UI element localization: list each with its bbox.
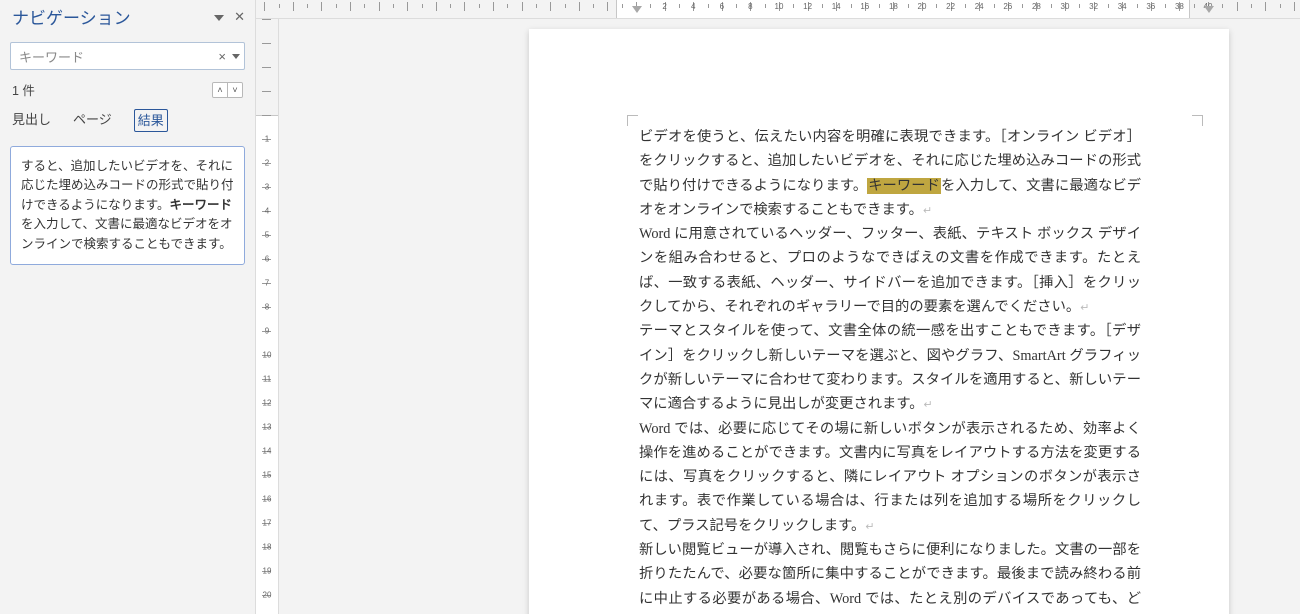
ruler-label: 11 [256, 375, 278, 384]
ruler-label: 6 [720, 2, 724, 11]
ruler-label: 18 [889, 2, 898, 11]
search-highlight: キーワード [867, 178, 941, 194]
result-nav-arrows: ˄ ˅ [212, 82, 243, 98]
paragraph-mark-icon: ↵ [923, 205, 932, 217]
ruler-label: 24 [975, 2, 984, 11]
ruler-label: 2 [256, 159, 278, 168]
margin-corner-icon [627, 115, 638, 126]
ruler-label: 34 [1118, 2, 1127, 11]
ruler-label: 3 [256, 183, 278, 192]
ruler-label: 7 [256, 279, 278, 288]
results-count-row: 1 件 ˄ ˅ [0, 80, 255, 107]
ruler-label: 15 [256, 471, 278, 480]
ruler-label: 30 [1061, 2, 1070, 11]
navigation-pane: ナビゲーション ✕ × 1 件 ˄ ˅ 見出し [0, 0, 256, 614]
ruler-label: 22 [946, 2, 955, 11]
ruler-label: 12 [256, 399, 278, 408]
ruler-label: 10 [775, 2, 784, 11]
nav-title: ナビゲーション [12, 4, 214, 29]
ruler-label: 6 [256, 255, 278, 264]
search-clear-icon[interactable]: × [218, 49, 226, 64]
paragraph: 新しい閲覧ビューが導入され、閲覧もさらに便利になりました。文書の一部を折りたたん… [639, 538, 1141, 614]
paragraph-mark-icon: ↵ [924, 399, 933, 411]
ruler-label: 26 [1003, 2, 1012, 11]
right-indent-icon[interactable] [1204, 1, 1214, 17]
next-result-button[interactable]: ˅ [227, 83, 242, 97]
ruler-label: 32 [1089, 2, 1098, 11]
ruler-label: 14 [256, 447, 278, 456]
ruler-label: 9 [256, 327, 278, 336]
prev-result-button[interactable]: ˄ [213, 83, 227, 97]
vertical-scrollbar[interactable] [1284, 19, 1300, 614]
page-canvas: ビデオを使うと、伝えたい内容を明確に表現できます。［オンライン ビデオ］をクリッ… [279, 19, 1284, 614]
first-line-indent-icon[interactable] [632, 1, 642, 17]
ruler-label: 28 [1032, 2, 1041, 11]
paragraph: Word に用意されているヘッダー、フッター、表紙、テキスト ボックス デザイン… [639, 222, 1141, 319]
paragraph: テーマとスタイルを使って、文書全体の統一感を出すこともできます。［デザイン］をク… [639, 319, 1141, 416]
document-page[interactable]: ビデオを使うと、伝えたい内容を明確に表現できます。［オンライン ビデオ］をクリッ… [529, 29, 1229, 614]
ruler-label: 18 [256, 543, 278, 552]
paragraph-mark-icon: ↵ [1080, 302, 1089, 314]
ruler-label: 10 [256, 351, 278, 360]
nav-close-icon[interactable]: ✕ [234, 10, 245, 23]
tab-headings[interactable]: 見出し [12, 109, 51, 132]
ruler-label: 8 [748, 2, 752, 11]
nav-header: ナビゲーション ✕ [0, 0, 255, 36]
nav-collapse-icon[interactable] [214, 10, 224, 23]
paragraph: ビデオを使うと、伝えたい内容を明確に表現できます。［オンライン ビデオ］をクリッ… [639, 125, 1141, 222]
ruler-label: 14 [832, 2, 841, 11]
paragraph: Word では、必要に応じてその場に新しいボタンが表示されるため、効率よく操作を… [639, 417, 1141, 538]
ruler-label: 36 [1146, 2, 1155, 11]
ruler-label: 20 [256, 591, 278, 600]
ruler-label: 4 [256, 207, 278, 216]
search-box[interactable]: × [10, 42, 245, 70]
search-result-snippet[interactable]: すると、追加したいビデオを、それに応じた埋め込みコードの形式で貼り付けできるよう… [10, 146, 245, 265]
ruler-label: 38 [1175, 2, 1184, 11]
snippet-post: を入力して、文書に最適なビデオをオンラインで検索することもできます。 [21, 217, 233, 250]
search-dropdown-icon[interactable] [232, 54, 240, 59]
ruler-label: 13 [256, 423, 278, 432]
ruler-label: 16 [256, 495, 278, 504]
margin-corner-icon [1192, 115, 1203, 126]
vertical-ruler[interactable]: 123456789101112131415161718192021 [256, 19, 279, 614]
search-input[interactable] [11, 49, 218, 64]
ruler-label: 2 [662, 2, 666, 11]
ruler-label: 20 [918, 2, 927, 11]
results-count: 1 件 [12, 80, 35, 99]
document-area: ∟ 246810121416182022242628303234363840 1… [256, 0, 1300, 614]
ruler-label: 4 [691, 2, 695, 11]
ruler-label: 5 [256, 231, 278, 240]
nav-tabs: 見出し ページ 結果 [0, 107, 255, 136]
ruler-label: 17 [256, 519, 278, 528]
horizontal-ruler[interactable]: 246810121416182022242628303234363840 [256, 0, 1300, 19]
paragraph-mark-icon: ↵ [865, 521, 874, 533]
tab-pages[interactable]: ページ [73, 109, 112, 132]
tab-results[interactable]: 結果 [134, 109, 168, 132]
ruler-label: 1 [256, 135, 278, 144]
ruler-label: 8 [256, 303, 278, 312]
ruler-label: 16 [860, 2, 869, 11]
ruler-label: 12 [803, 2, 812, 11]
ruler-label: 19 [256, 567, 278, 576]
snippet-keyword: キーワード [170, 198, 233, 212]
